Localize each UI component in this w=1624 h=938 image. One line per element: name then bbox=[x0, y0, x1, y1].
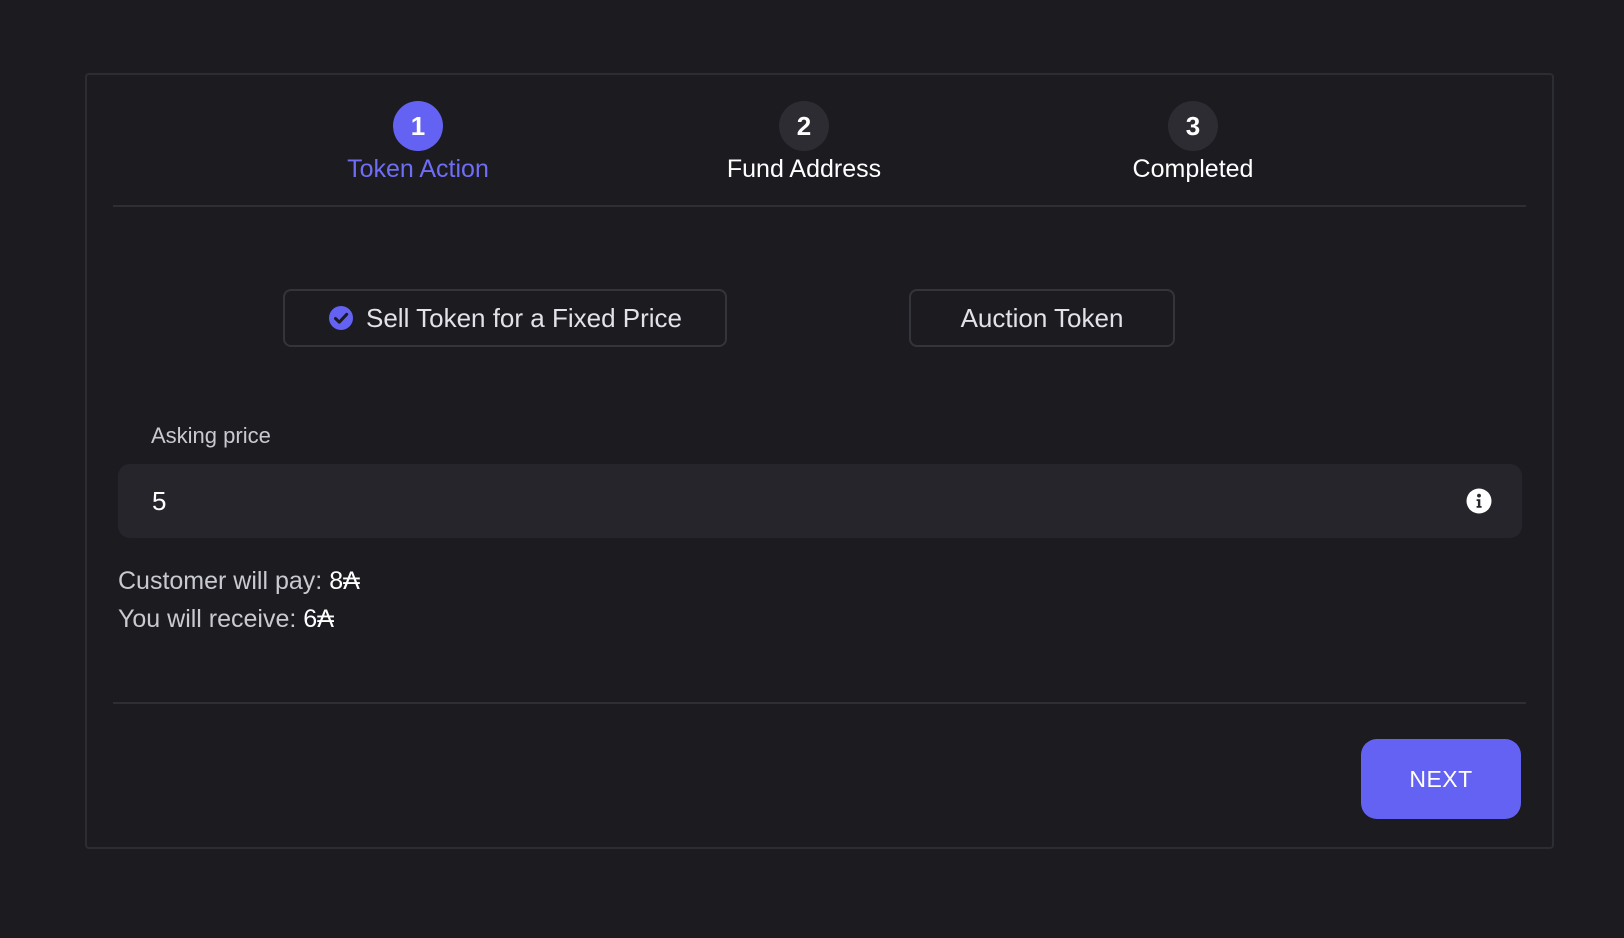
you-receive-label: You will receive: bbox=[118, 605, 297, 633]
token-listing-card: 1 Token Action 2 Fund Address 3 Complete… bbox=[85, 73, 1554, 849]
you-receive-summary: You will receive: 6₳ bbox=[118, 605, 334, 634]
step-token-action[interactable]: 1 Token Action bbox=[298, 101, 538, 184]
check-circle-icon bbox=[329, 306, 353, 330]
step-label: Token Action bbox=[347, 155, 489, 183]
asking-price-input[interactable] bbox=[152, 464, 1402, 538]
footer-divider bbox=[113, 702, 1526, 704]
asking-price-field bbox=[118, 464, 1522, 538]
fixed-price-option-button[interactable]: Sell Token for a Fixed Price bbox=[283, 289, 727, 347]
step-label: Fund Address bbox=[726, 155, 882, 183]
fixed-price-option-label: Sell Token for a Fixed Price bbox=[366, 302, 682, 333]
auction-option-button[interactable]: Auction Token bbox=[909, 289, 1175, 347]
step-number-badge: 1 bbox=[393, 101, 443, 151]
step-label: Completed bbox=[1132, 155, 1254, 183]
stepper: 1 Token Action 2 Fund Address 3 Complete… bbox=[113, 75, 1526, 207]
next-button[interactable]: NEXT bbox=[1361, 739, 1521, 819]
auction-option-label: Auction Token bbox=[960, 302, 1124, 333]
step-number-badge: 3 bbox=[1168, 101, 1218, 151]
you-receive-value: 6₳ bbox=[303, 605, 334, 633]
asking-price-label: Asking price bbox=[151, 423, 271, 448]
customer-pays-value: 8₳ bbox=[329, 567, 360, 595]
step-fund-address[interactable]: 2 Fund Address bbox=[684, 101, 924, 184]
step-completed[interactable]: 3 Completed bbox=[1073, 101, 1313, 184]
step-number-badge: 2 bbox=[779, 101, 829, 151]
info-circle-icon[interactable] bbox=[1466, 488, 1492, 514]
customer-pays-summary: Customer will pay: 8₳ bbox=[118, 567, 360, 596]
customer-pays-label: Customer will pay: bbox=[118, 567, 323, 595]
